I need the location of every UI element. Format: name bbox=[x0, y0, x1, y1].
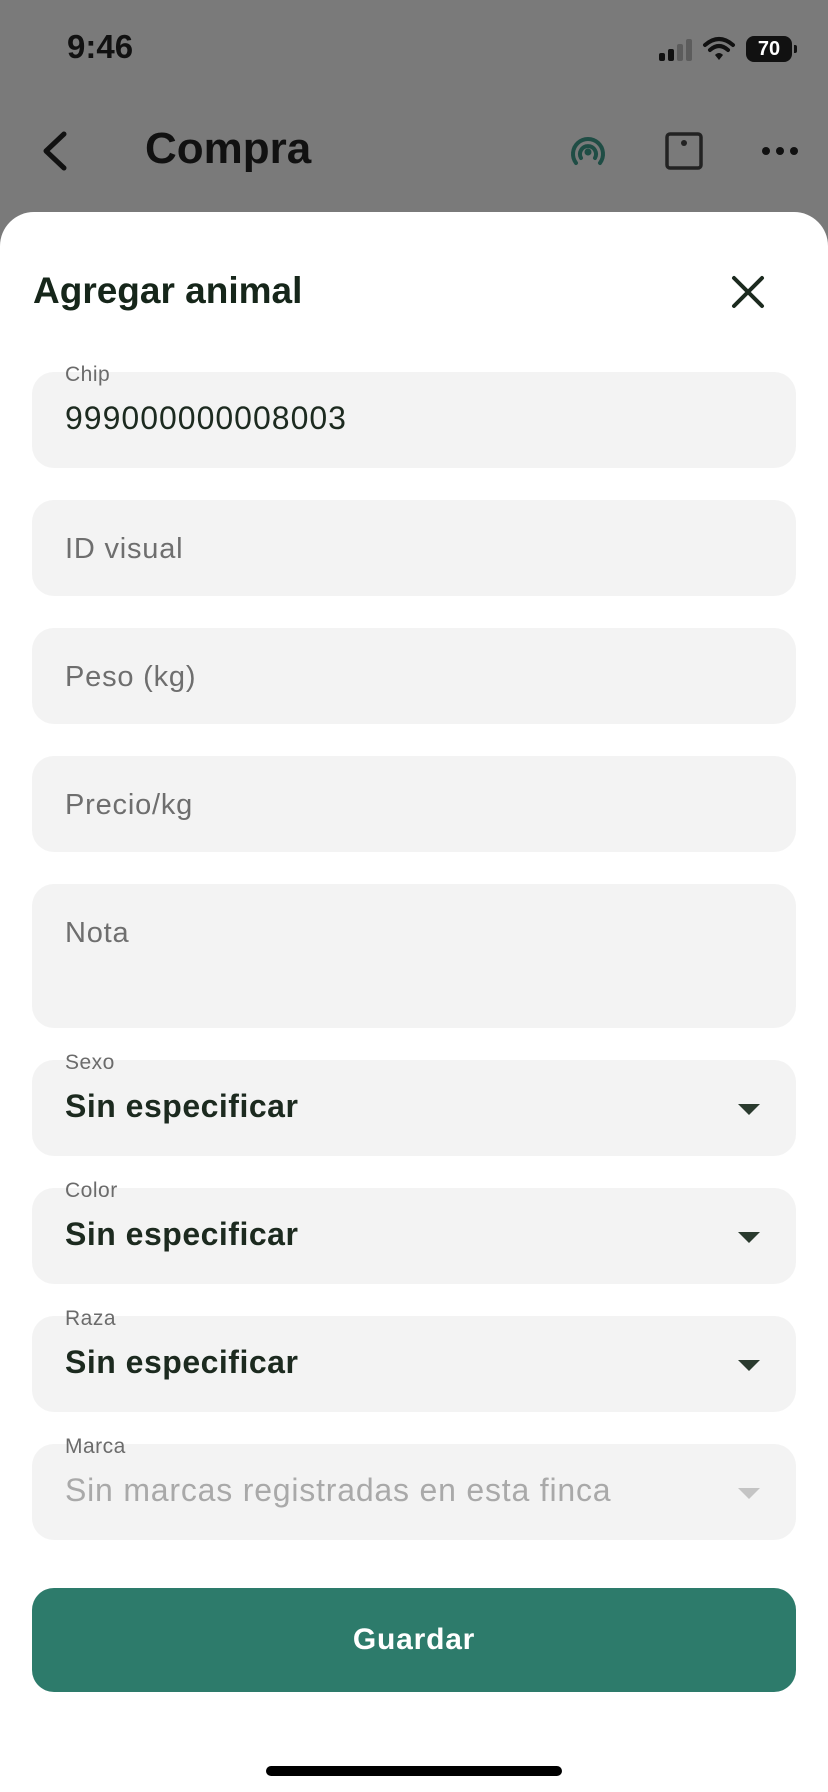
weight-placeholder: Peso (kg) bbox=[65, 661, 197, 693]
visual-id-placeholder: ID visual bbox=[65, 533, 184, 565]
chevron-down-icon bbox=[738, 1104, 760, 1115]
brand-label: Marca bbox=[65, 1435, 126, 1458]
status-time: 9:46 bbox=[67, 28, 134, 65]
chevron-down-icon bbox=[738, 1360, 760, 1371]
brand-select: Marca Sin marcas registradas en esta fin… bbox=[32, 1435, 796, 1540]
save-button[interactable]: Guardar bbox=[32, 1588, 796, 1692]
breed-select[interactable]: Raza Sin especificar bbox=[32, 1307, 796, 1412]
note-field[interactable]: Nota bbox=[32, 884, 796, 1028]
color-select[interactable]: Color Sin especificar bbox=[32, 1179, 796, 1284]
wifi-icon bbox=[703, 37, 735, 60]
home-indicator[interactable] bbox=[266, 1766, 562, 1776]
color-value: Sin especificar bbox=[65, 1216, 299, 1252]
price-placeholder: Precio/kg bbox=[65, 789, 194, 821]
chip-value: 999000000008003 bbox=[65, 400, 347, 436]
price-per-kg-field[interactable]: Precio/kg bbox=[32, 756, 796, 852]
breed-value: Sin especificar bbox=[65, 1344, 299, 1380]
weight-field[interactable]: Peso (kg) bbox=[32, 628, 796, 724]
note-placeholder: Nota bbox=[65, 917, 130, 949]
rfid-scan-icon[interactable] bbox=[563, 126, 613, 176]
status-bar: 9:46 70 bbox=[0, 0, 828, 100]
app-bar: Compra bbox=[0, 100, 828, 210]
chip-label: Chip bbox=[65, 363, 111, 386]
sex-select[interactable]: Sexo Sin especificar bbox=[32, 1051, 796, 1156]
page-title: Compra bbox=[145, 124, 312, 173]
color-label: Color bbox=[65, 1179, 118, 1202]
sheet-title: Agregar animal bbox=[33, 270, 303, 311]
more-options-icon[interactable] bbox=[755, 126, 805, 176]
chevron-down-icon bbox=[738, 1232, 760, 1243]
add-animal-sheet: Agregar animal Chip 999000000008003 ID v… bbox=[0, 212, 828, 1792]
status-icons: 70 bbox=[659, 34, 797, 64]
sex-label: Sexo bbox=[65, 1051, 115, 1074]
cellular-signal-icon bbox=[659, 37, 692, 61]
battery-level: 70 bbox=[757, 37, 781, 60]
sex-value: Sin especificar bbox=[65, 1088, 299, 1124]
scale-icon[interactable] bbox=[659, 126, 709, 176]
battery-icon: 70 bbox=[746, 36, 797, 62]
breed-label: Raza bbox=[65, 1307, 117, 1330]
back-arrow-icon[interactable] bbox=[36, 128, 76, 174]
chevron-down-icon bbox=[738, 1488, 760, 1499]
close-icon[interactable] bbox=[728, 272, 768, 312]
brand-value: Sin marcas registradas en esta finca bbox=[65, 1472, 612, 1508]
visual-id-field[interactable]: ID visual bbox=[32, 500, 796, 596]
chip-field[interactable]: Chip 999000000008003 bbox=[32, 363, 796, 468]
